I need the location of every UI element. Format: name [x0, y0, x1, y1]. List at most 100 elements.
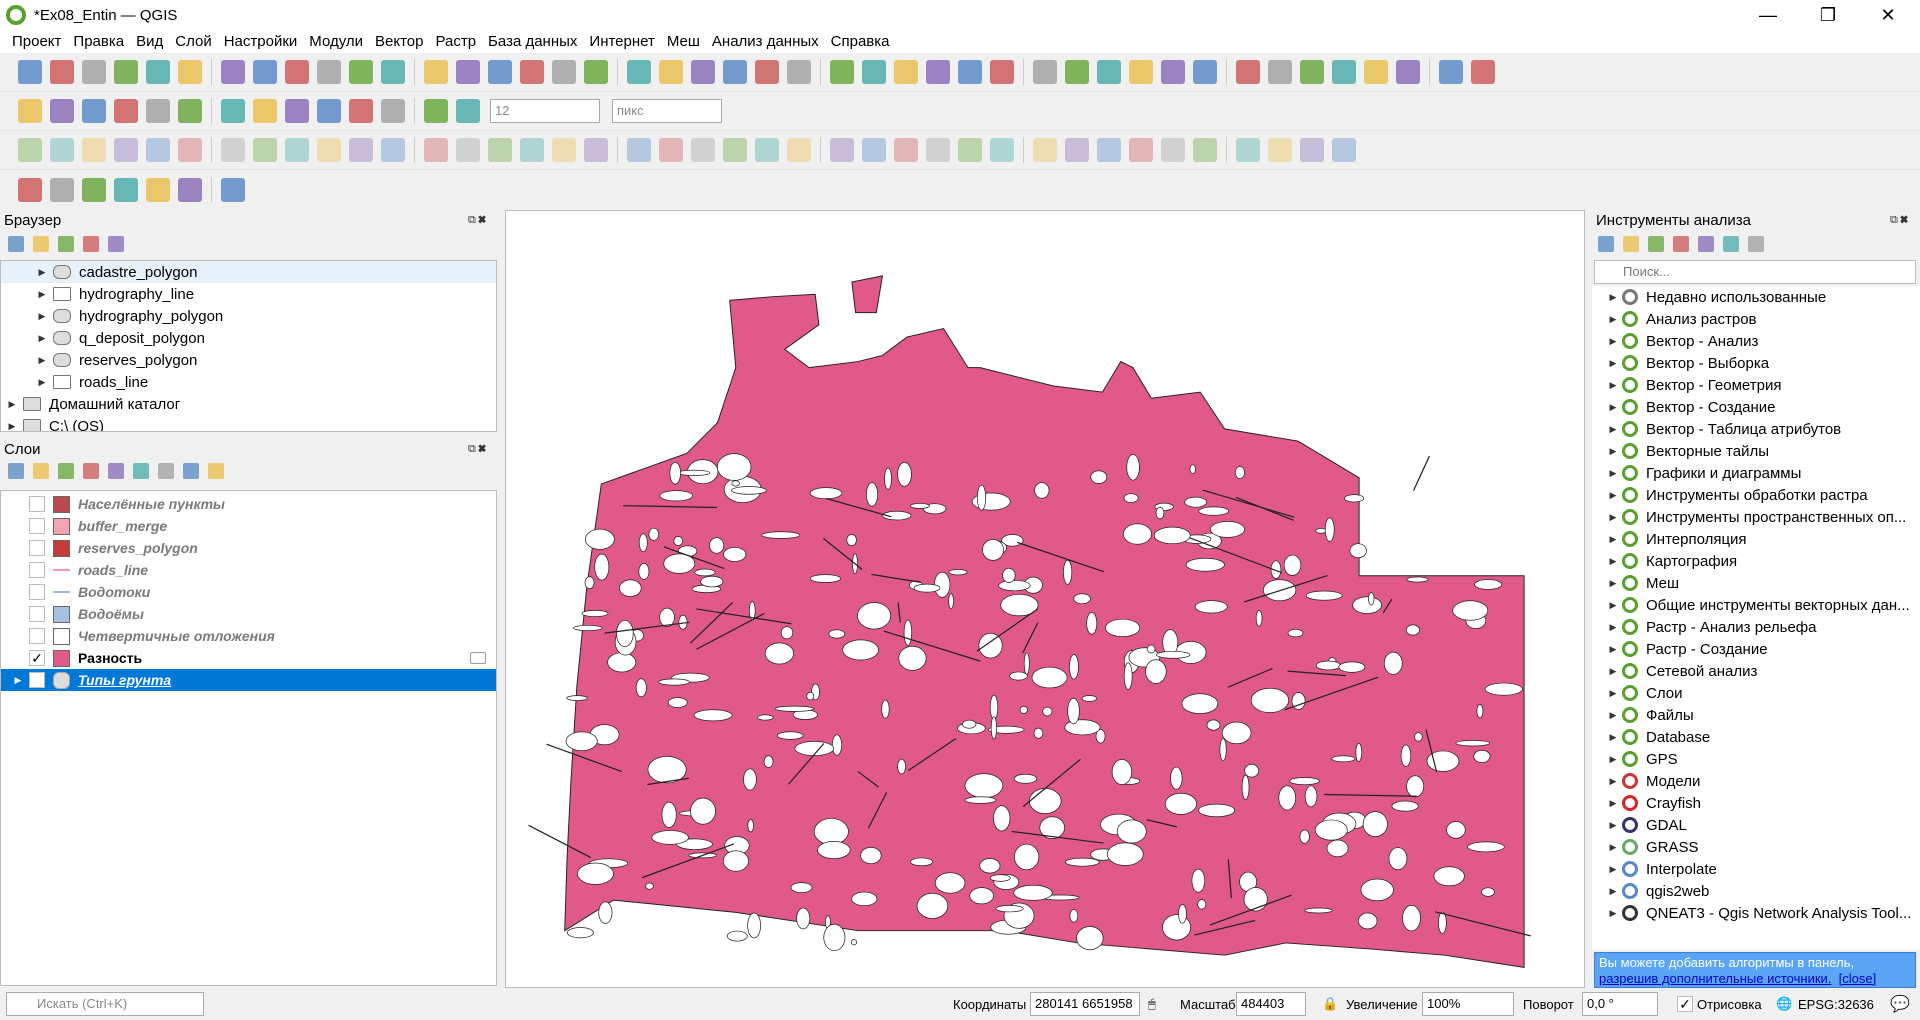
processing-group[interactable]: ▶ Растр - Анализ рельефа — [1592, 616, 1920, 638]
tool-tb1-21-icon[interactable] — [723, 60, 747, 84]
tool-tb1-8-icon[interactable] — [285, 60, 309, 84]
browser-item[interactable]: ▶ reserves_polygon — [1, 349, 496, 371]
expand-arrow-icon[interactable]: ▶ — [35, 355, 49, 366]
expand-arrow-icon[interactable]: ▶ — [1606, 908, 1620, 919]
ltools-tool-3-icon[interactable] — [83, 463, 99, 479]
expand-arrow-icon[interactable]: ▶ — [1606, 446, 1620, 457]
processing-group[interactable]: ▶ Слои — [1592, 682, 1920, 704]
expand-arrow-icon[interactable]: ▶ — [1606, 512, 1620, 523]
tool-tb1-2-icon[interactable] — [82, 60, 106, 84]
layer-visibility-checkbox[interactable] — [29, 518, 45, 534]
menu-7[interactable]: Растр — [429, 33, 482, 50]
ltools-tool-6-icon[interactable] — [158, 463, 174, 479]
browser-item[interactable]: ▶ hydrography_polygon — [1, 305, 496, 327]
tool-tb1-31-icon[interactable] — [1065, 60, 1089, 84]
tool-tb2-8-icon[interactable] — [285, 99, 309, 123]
tool-tb1-30-icon[interactable] — [1033, 60, 1057, 84]
tool-tb3-5-icon[interactable] — [178, 138, 202, 162]
tool-tb2-12-icon[interactable] — [424, 99, 448, 123]
browser-item[interactable]: ▶ q_deposit_polygon — [1, 327, 496, 349]
tool-tb3-25-icon[interactable] — [862, 138, 886, 162]
tool-tb1-6-icon[interactable] — [221, 60, 245, 84]
processing-group[interactable]: ▶ Файлы — [1592, 704, 1920, 726]
btools-tool-2-icon[interactable] — [58, 236, 74, 252]
ptools-tool-1-icon[interactable] — [1623, 236, 1639, 252]
tool-tb3-2-icon[interactable] — [82, 138, 106, 162]
tool-tb2-10-icon[interactable] — [349, 99, 373, 123]
expand-arrow-icon[interactable]: ▶ — [1606, 666, 1620, 677]
processing-group[interactable]: ▶ Анализ растров — [1592, 308, 1920, 330]
layer-visibility-checkbox[interactable] — [29, 496, 45, 512]
tool-tb1-12-icon[interactable] — [424, 60, 448, 84]
close-button[interactable]: ✕ — [1860, 0, 1916, 30]
tool-tb3-4-icon[interactable] — [146, 138, 170, 162]
tool-tb3-16-icon[interactable] — [552, 138, 576, 162]
tool-tb3-7-icon[interactable] — [253, 138, 277, 162]
processing-group[interactable]: ▶ Общие инструменты векторных дан... — [1592, 594, 1920, 616]
tool-tb3-14-icon[interactable] — [488, 138, 512, 162]
enable-providers-link[interactable]: разрешив дополнительные источники. — [1599, 971, 1831, 986]
tool-tb1-42-icon[interactable] — [1439, 60, 1463, 84]
browser-dock-buttons[interactable]: ⧉✖ — [468, 214, 488, 227]
processing-group[interactable]: ▶ Недавно использованные — [1592, 286, 1920, 308]
memory-layer-indicator-icon[interactable] — [470, 652, 486, 664]
tool-tb2-13-icon[interactable] — [456, 99, 480, 123]
expand-arrow-icon[interactable]: ▶ — [1606, 864, 1620, 875]
tool-tb3-20-icon[interactable] — [691, 138, 715, 162]
tool-tb1-27-icon[interactable] — [926, 60, 950, 84]
expand-arrow-icon[interactable]: ▶ — [35, 311, 49, 322]
layer-item[interactable]: roads_line — [1, 559, 496, 581]
expand-arrow-icon[interactable]: ▶ — [1606, 842, 1620, 853]
expand-arrow-icon[interactable]: ▶ — [1606, 644, 1620, 655]
tool-tb1-23-icon[interactable] — [787, 60, 811, 84]
tool-tb4-4-icon[interactable] — [146, 177, 170, 202]
tool-tb3-32-icon[interactable] — [1097, 138, 1121, 162]
expand-arrow-icon[interactable]: ▶ — [5, 399, 19, 410]
crs-globe-icon[interactable]: 🌐 — [1776, 996, 1792, 1012]
crs-button[interactable]: EPSG:32636 — [1798, 997, 1874, 1012]
processing-group[interactable]: ▶ Вектор - Анализ — [1592, 330, 1920, 352]
map-layer-raznost[interactable] — [506, 211, 1584, 987]
tool-tb3-12-icon[interactable] — [424, 138, 448, 162]
ptools-tool-3-icon[interactable] — [1673, 236, 1689, 252]
menu-8[interactable]: База данных — [482, 33, 583, 50]
expand-arrow-icon[interactable]: ▶ — [1606, 380, 1620, 391]
tool-tb1-43-icon[interactable] — [1471, 60, 1495, 84]
ltools-tool-5-icon[interactable] — [133, 463, 149, 479]
menu-0[interactable]: Проект — [6, 33, 67, 50]
tool-tb3-19-icon[interactable] — [659, 138, 683, 162]
coords-field[interactable]: 280141 6651958 — [1030, 992, 1140, 1016]
btools-tool-3-icon[interactable] — [83, 236, 99, 252]
processing-group[interactable]: ▶ Crayfish — [1592, 792, 1920, 814]
tool-tb1-5-icon[interactable] — [178, 60, 202, 84]
scale-combo[interactable]: 484403 — [1236, 992, 1306, 1016]
tool-tb1-41-icon[interactable] — [1396, 60, 1420, 84]
layer-item[interactable]: Водотоки — [1, 581, 496, 603]
ltools-tool-8-icon[interactable] — [208, 463, 224, 479]
ptools-tool-6-icon[interactable] — [1748, 236, 1764, 252]
processing-group[interactable]: ▶ Инструменты пространственных оп... — [1592, 506, 1920, 528]
browser-item[interactable]: ▶ hydrography_line — [1, 283, 496, 305]
minimize-button[interactable]: — — [1740, 0, 1796, 30]
tool-tb4-6-icon[interactable] — [221, 177, 245, 202]
tool-tb1-7-icon[interactable] — [253, 60, 277, 84]
messages-icon[interactable]: 💬 — [1890, 994, 1910, 1014]
layers-dock-buttons[interactable]: ⧉✖ — [468, 443, 488, 456]
tool-tb2-1-icon[interactable] — [50, 99, 74, 123]
tool-tb1-34-icon[interactable] — [1161, 60, 1185, 84]
processing-group[interactable]: ▶ Вектор - Создание — [1592, 396, 1920, 418]
tool-tb3-13-icon[interactable] — [456, 138, 480, 162]
tool-tb2-6-icon[interactable] — [221, 99, 245, 123]
tool-tb3-10-icon[interactable] — [349, 138, 373, 162]
ltools-tool-2-icon[interactable] — [58, 463, 74, 479]
processing-group[interactable]: ▶ Меш — [1592, 572, 1920, 594]
tool-tb1-40-icon[interactable] — [1364, 60, 1388, 84]
tool-tb4-2-icon[interactable] — [82, 177, 106, 202]
menu-11[interactable]: Анализ данных — [706, 33, 825, 50]
tool-tb3-9-icon[interactable] — [317, 138, 341, 162]
menu-3[interactable]: Слой — [169, 33, 217, 50]
tool-tb4-3-icon[interactable] — [114, 177, 138, 202]
layer-item[interactable]: buffer_merge — [1, 515, 496, 537]
map-canvas[interactable] — [505, 210, 1585, 988]
ptools-tool-2-icon[interactable] — [1648, 236, 1664, 252]
